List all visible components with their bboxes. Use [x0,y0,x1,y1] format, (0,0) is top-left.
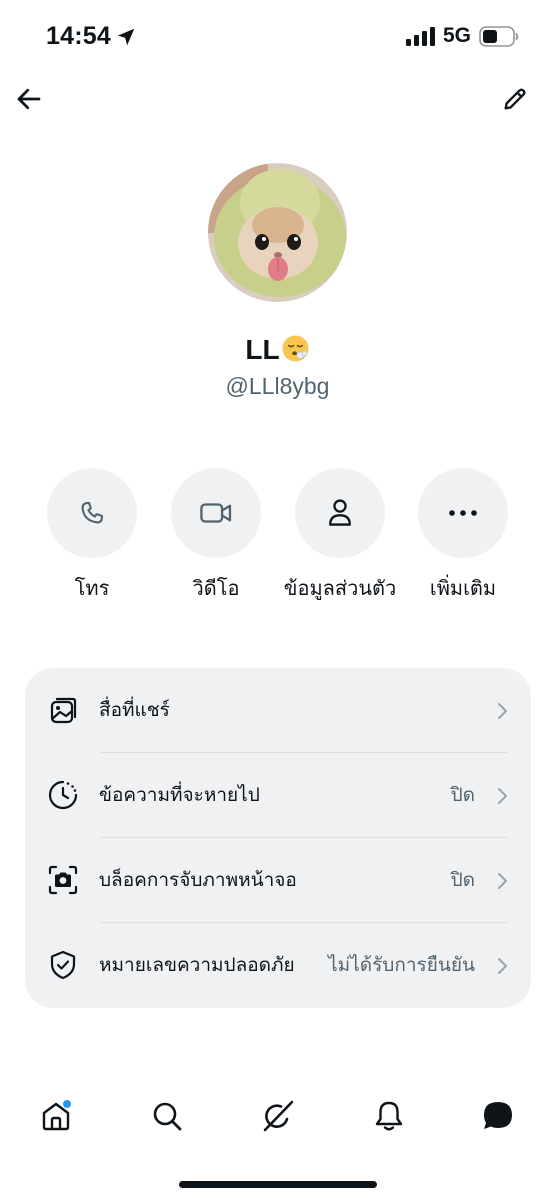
video-label: วิดีโอ [192,576,240,600]
tab-notifications[interactable] [361,1088,417,1144]
video-circle[interactable] [171,468,261,558]
media-images-icon [50,697,77,724]
safety-number-row[interactable]: หมายเลขความปลอดภัย ไม่ได้รับการยืนยัน [25,923,531,1008]
exhaling-face-emoji-icon [282,335,309,362]
display-name: LL [0,334,555,366]
more-label: เพิ่มเติม [429,576,497,600]
action-buttons: โทร วิดีโอ ข้อมูลส่วนตัว เพิ่มเติม [0,468,555,608]
safety-number-value: ไม่ได้รับการยืนยัน [328,954,475,976]
tab-messages[interactable] [470,1088,526,1144]
shared-media-row[interactable]: สื่อที่แชร์ [25,668,531,753]
disappearing-messages-label: ข้อความที่จะหายไป [99,784,260,806]
pencil-icon [504,88,526,110]
more-dots-icon [449,510,477,516]
back-button[interactable] [10,80,48,118]
video-button[interactable]: วิดีโอ [153,468,279,604]
chevron-right-icon [498,703,507,719]
avatar[interactable] [208,163,347,302]
timer-clock-icon [48,780,78,810]
edit-button[interactable] [496,80,534,118]
avatar-image [208,163,347,302]
more-circle[interactable] [418,468,508,558]
user-handle: @LLl8ybg [225,373,330,399]
screenshot-block-row[interactable]: บล็อคการจับภาพหน้าจอ ปิด [25,838,531,923]
more-button[interactable]: เพิ่มเติม [400,468,526,604]
chevron-right-icon [498,958,507,974]
bell-icon [375,1101,403,1131]
profile-info-circle[interactable] [295,468,385,558]
home-badge-dot [63,1100,71,1108]
back-arrow-icon [17,88,41,110]
shared-media-label: สื่อที่แชร์ [99,699,170,721]
location-arrow-icon [117,28,135,46]
disappearing-messages-row[interactable]: ข้อความที่จะหายไป ปิด [25,753,531,838]
safety-number-label: หมายเลขความปลอดภัย [99,954,295,976]
bottom-tab-bar [0,1088,555,1148]
message-bubble-icon [484,1102,512,1129]
display-name-text: LL [245,334,280,365]
tab-grok[interactable] [250,1088,306,1144]
screenshot-block-label: บล็อคการจับภาพหน้าจอ [99,869,297,891]
battery-icon [479,26,519,47]
phone-icon [81,502,103,524]
signal-bars-icon [406,27,435,46]
call-label: โทร [74,576,110,600]
network-type: 5G [443,24,472,47]
call-circle[interactable] [47,468,137,558]
call-button[interactable]: โทร [29,468,155,604]
video-camera-icon [200,503,232,523]
profile-info-button[interactable]: ข้อมูลส่วนตัว [277,468,403,604]
conversation-settings-card: สื่อที่แชร์ ข้อความที่จะหายไป ปิด บล็อคก… [25,668,531,1008]
home-icon [42,1100,71,1131]
profile-info-label: ข้อมูลส่วนตัว [283,576,397,600]
tab-search[interactable] [139,1088,195,1144]
screenshot-camera-icon [48,865,78,895]
person-icon [329,499,351,526]
chevron-right-icon [498,788,507,804]
home-indicator [179,1181,377,1188]
shield-check-icon [50,950,76,980]
disappearing-messages-value: ปิด [450,784,475,806]
tab-home[interactable] [28,1088,84,1144]
screenshot-block-value: ปิด [450,869,475,891]
chevron-right-icon [498,873,507,889]
status-bar: 14:54 5G [0,0,555,76]
status-time: 14:54 [46,22,111,50]
grok-icon [263,1100,294,1132]
search-icon [153,1102,182,1131]
